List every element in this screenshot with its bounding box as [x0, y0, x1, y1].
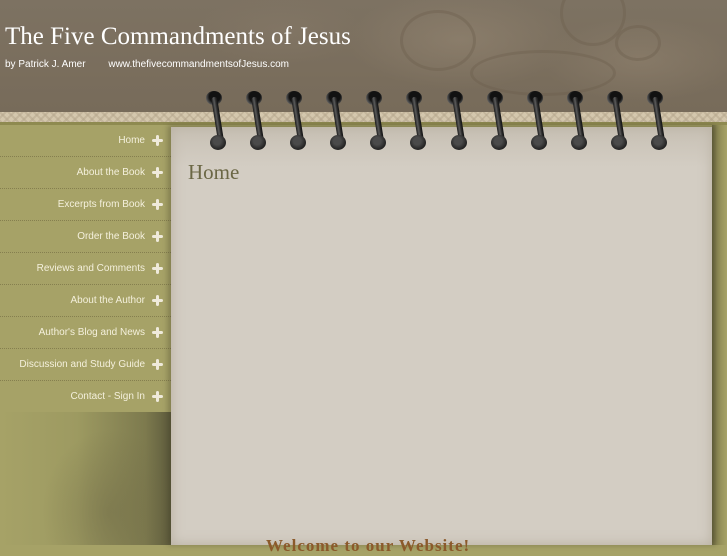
author-byline: by Patrick J. Amer	[5, 59, 86, 70]
spiral-ring-icon	[285, 91, 306, 153]
quatrefoil-icon	[152, 167, 163, 178]
spiral-ring-icon	[566, 91, 587, 153]
nav-item-excerpts[interactable]: Excerpts from Book	[0, 189, 171, 221]
site-subtitle: by Patrick J. Amer www.thefivecommandmen…	[5, 59, 289, 70]
spiral-ring-icon	[245, 91, 266, 153]
content-paper: Home Welcome to our Website!	[171, 127, 712, 555]
spiral-ring-icon	[405, 91, 426, 153]
spiral-ring-icon	[205, 91, 226, 153]
site-title: The Five Commandments of Jesus	[5, 23, 351, 50]
spiral-ring-icon	[486, 91, 507, 153]
sidebar-nav: Home About the Book Excerpts from Book O…	[0, 125, 171, 413]
nav-item-contact[interactable]: Contact - Sign In	[0, 381, 171, 413]
nav-label: Reviews and Comments	[36, 263, 145, 274]
nav-label: Contact - Sign In	[70, 391, 145, 402]
nav-item-blog[interactable]: Author's Blog and News	[0, 317, 171, 349]
welcome-heading: Welcome to our Website!	[266, 536, 471, 555]
page-title: Home	[188, 160, 240, 184]
nav-item-order[interactable]: Order the Book	[0, 221, 171, 253]
quatrefoil-icon	[152, 135, 163, 146]
quatrefoil-icon	[152, 391, 163, 402]
nav-label: Order the Book	[77, 231, 145, 242]
quatrefoil-icon	[152, 359, 163, 370]
spiral-ring-icon	[325, 91, 346, 153]
nav-label: Home	[118, 135, 145, 146]
sidebar-decoration	[0, 412, 171, 545]
quatrefoil-icon	[152, 231, 163, 242]
nav-label: Excerpts from Book	[57, 199, 145, 210]
nav-label: About the Author	[70, 295, 145, 306]
spiral-ring-icon	[646, 91, 667, 153]
nav-label: About the Book	[76, 167, 145, 178]
spiral-ring-icon	[446, 91, 467, 153]
decorative-swirl	[400, 10, 476, 71]
spiral-ring-icon	[606, 91, 627, 153]
nav-item-home[interactable]: Home	[0, 125, 171, 157]
nav-item-about-the-author[interactable]: About the Author	[0, 285, 171, 317]
decorative-swirl	[615, 25, 661, 61]
nav-item-reviews[interactable]: Reviews and Comments	[0, 253, 171, 285]
spiral-ring-icon	[526, 91, 547, 153]
quatrefoil-icon	[152, 327, 163, 338]
spiral-ring-icon	[365, 91, 386, 153]
decorative-swirl	[470, 50, 616, 96]
quatrefoil-icon	[152, 295, 163, 306]
nav-item-about-the-book[interactable]: About the Book	[0, 157, 171, 189]
quatrefoil-icon	[152, 199, 163, 210]
nav-label: Discussion and Study Guide	[19, 359, 145, 370]
quatrefoil-icon	[152, 263, 163, 274]
nav-label: Author's Blog and News	[38, 327, 145, 338]
nav-item-discussion[interactable]: Discussion and Study Guide	[0, 349, 171, 381]
site-url: www.thefivecommandmentsofJesus.com	[108, 59, 289, 70]
